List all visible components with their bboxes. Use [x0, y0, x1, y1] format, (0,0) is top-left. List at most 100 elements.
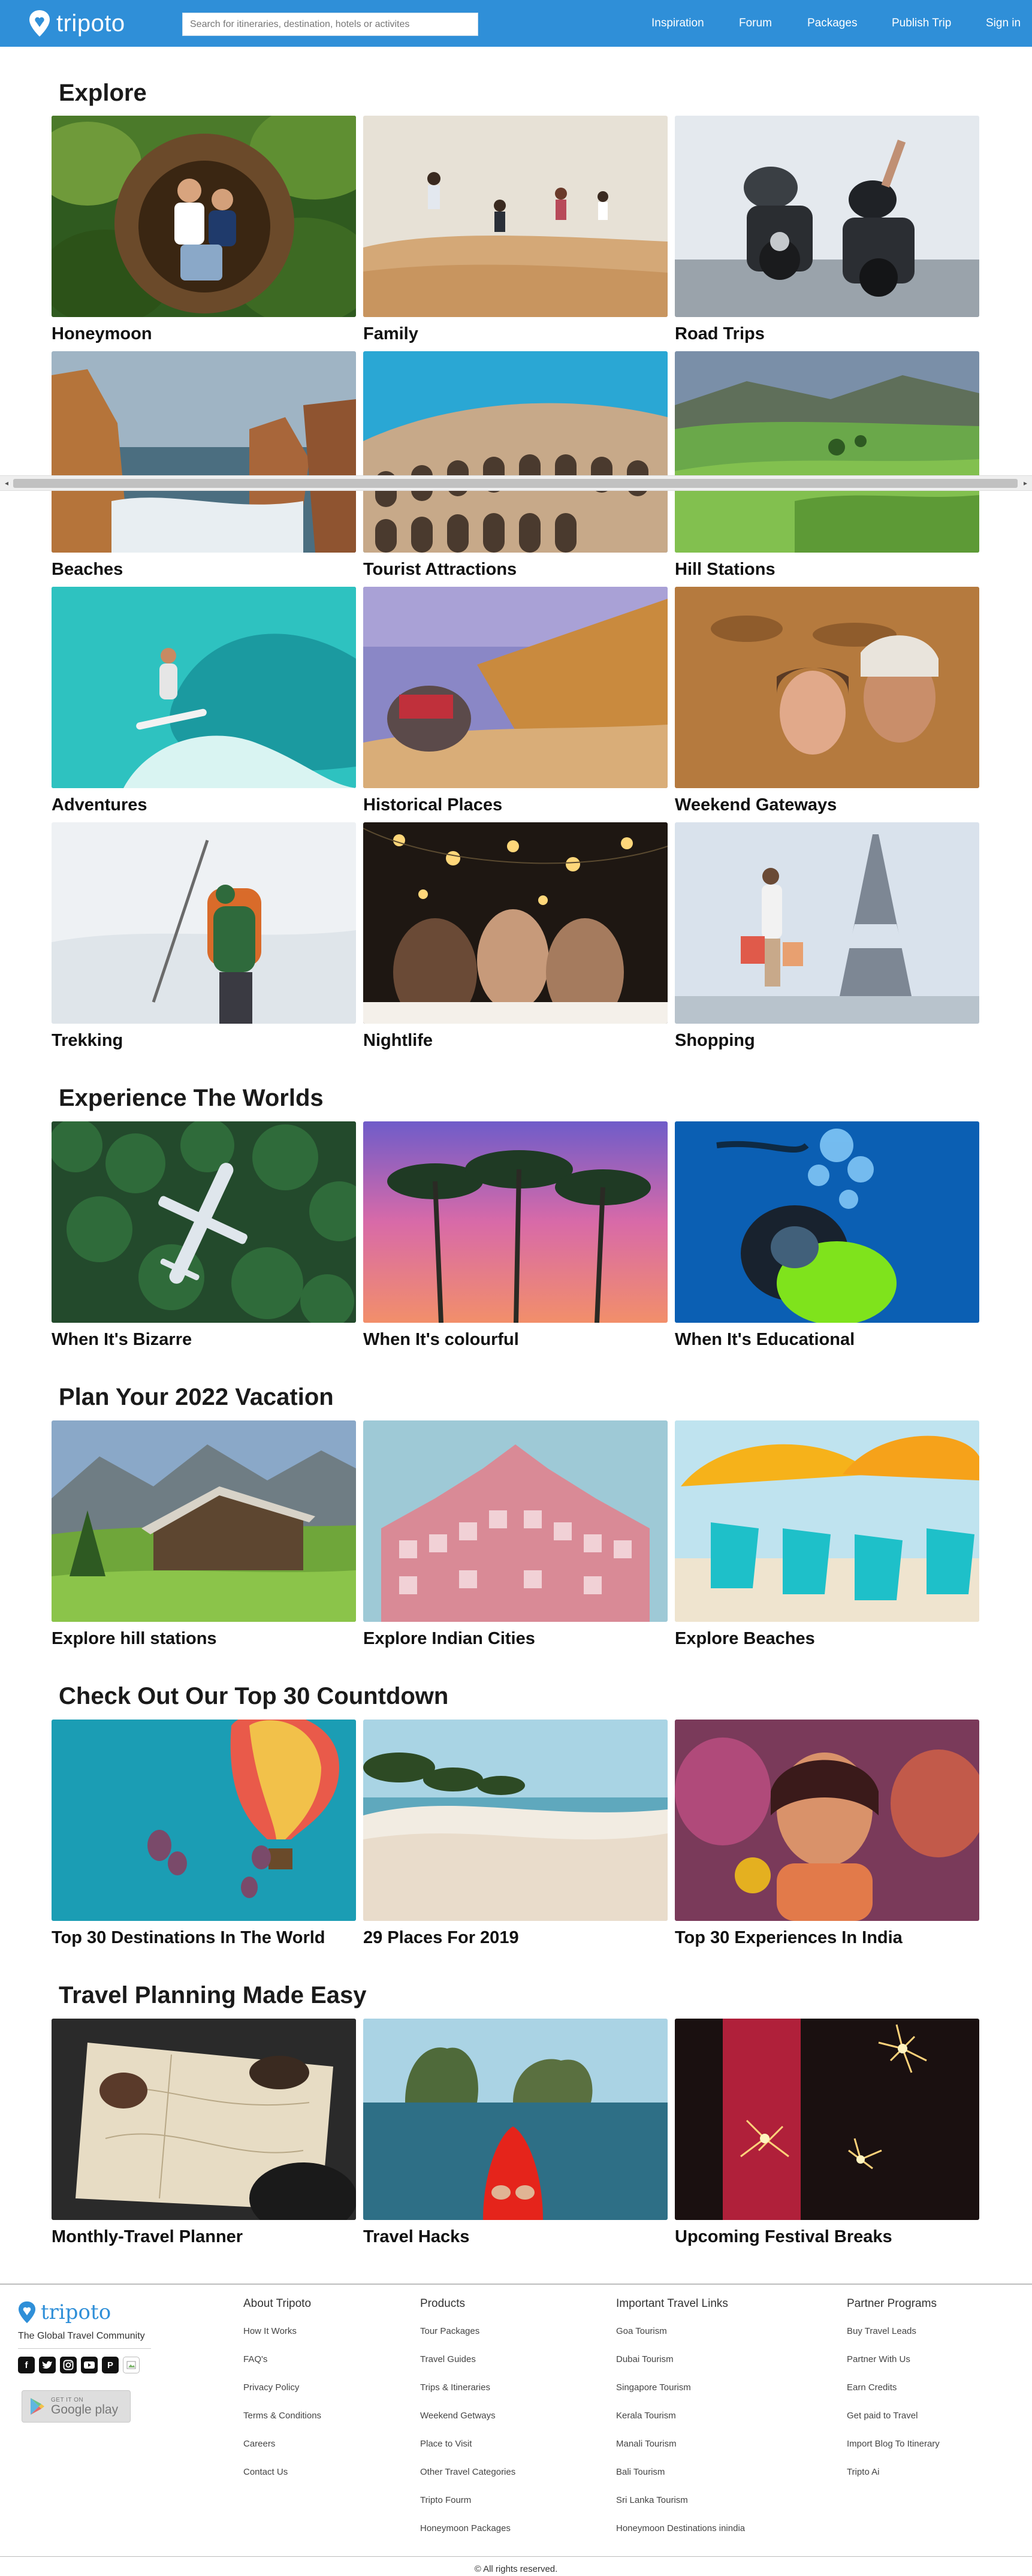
twitter-icon[interactable]	[39, 2357, 56, 2373]
footer-link-buy-leads[interactable]: Buy Travel Leads	[847, 2326, 940, 2354]
footer-link-place-to-visit[interactable]: Place to Visit	[420, 2439, 515, 2467]
explore-card-weekend-gateways[interactable]: Weekend Gateways	[675, 587, 979, 815]
card-image	[675, 1720, 979, 1921]
google-play-badge[interactable]: GET IT ON Google play	[22, 2390, 131, 2423]
horizontal-scrollbar[interactable]: ◂ ▸	[0, 475, 1032, 491]
scrollbar-thumb[interactable]	[13, 479, 1018, 488]
footer-link-partner-with-us[interactable]: Partner With Us	[847, 2354, 940, 2382]
experience-card-educational[interactable]: When It's Educational	[675, 1121, 979, 1350]
card-image	[52, 351, 356, 553]
card-image	[675, 1121, 979, 1323]
footer-link-import-blog[interactable]: Import Blog To Itinerary	[847, 2439, 940, 2467]
explore-card-historical-places[interactable]: Historical Places	[363, 587, 668, 815]
search-input[interactable]	[182, 13, 478, 36]
explore-card-family[interactable]: Family	[363, 116, 668, 344]
countdown-card-experiences-india[interactable]: Top 30 Experiences In India	[675, 1720, 979, 1948]
planning-card-festival-breaks[interactable]: Upcoming Festival Breaks	[675, 2019, 979, 2247]
card-image	[363, 1121, 668, 1323]
experience-card-colourful[interactable]: When It's colourful	[363, 1121, 668, 1350]
footer-link-bali[interactable]: Bali Tourism	[616, 2467, 745, 2495]
explore-card-beaches[interactable]: Beaches	[52, 351, 356, 580]
youtube-icon[interactable]	[81, 2357, 98, 2373]
card-image	[675, 1420, 979, 1622]
explore-card-tourist-attractions[interactable]: Tourist Attractions	[363, 351, 668, 580]
nav-publish-trip[interactable]: Publish Trip	[892, 0, 951, 47]
footer-link-privacy-policy[interactable]: Privacy Policy	[243, 2382, 321, 2411]
tagline-underline	[18, 2348, 151, 2349]
countdown-card-places-2019[interactable]: 29 Places For 2019	[363, 1720, 668, 1948]
planning-card-monthly-planner[interactable]: Monthly-Travel Planner	[52, 2019, 356, 2247]
footer-link-careers[interactable]: Careers	[243, 2439, 321, 2467]
footer-link-goa[interactable]: Goa Tourism	[616, 2326, 745, 2354]
footer-logo[interactable]: tripoto	[18, 2300, 111, 2324]
explore-card-nightlife[interactable]: Nightlife	[363, 822, 668, 1051]
nav-forum[interactable]: Forum	[739, 0, 772, 47]
nav-inspiration[interactable]: Inspiration	[651, 0, 704, 47]
footer-link-faqs[interactable]: FAQ's	[243, 2354, 321, 2382]
footer-link-honeymoon-india[interactable]: Honeymoon Destinations inindia	[616, 2523, 745, 2551]
broken-image-icon[interactable]	[123, 2357, 140, 2373]
explore-card-trekking[interactable]: Trekking	[52, 822, 356, 1051]
explore-title: Explore	[59, 80, 147, 106]
card-label: Tourist Attractions	[363, 560, 517, 579]
footer-bottom-divider	[0, 2556, 1032, 2557]
pinterest-icon[interactable]: P	[102, 2357, 119, 2373]
card-label: Historical Places	[363, 795, 503, 815]
footer-link-other-categories[interactable]: Other Travel Categories	[420, 2467, 515, 2495]
facebook-icon[interactable]: f	[18, 2357, 35, 2373]
social-links: f P	[18, 2357, 140, 2373]
footer-link-honeymoon-packages[interactable]: Honeymoon Packages	[420, 2523, 515, 2551]
footer-link-contact-us[interactable]: Contact Us	[243, 2467, 321, 2495]
card-image	[675, 822, 979, 1024]
footer-link-tripto-fourm[interactable]: Tripto Fourm	[420, 2495, 515, 2523]
google-play-line2: Google play	[51, 2402, 119, 2417]
footer-link-travel-guides[interactable]: Travel Guides	[420, 2354, 515, 2382]
experience-title: Experience The Worlds	[59, 1085, 324, 1111]
countdown-card-destinations[interactable]: Top 30 Destinations In The World	[52, 1720, 356, 1948]
nav-packages[interactable]: Packages	[807, 0, 857, 47]
footer-link-kerala[interactable]: Kerala Tourism	[616, 2411, 745, 2439]
footer-column-about: About Tripoto How It Works FAQ's Privacy…	[243, 2297, 321, 2495]
explore-card-shopping[interactable]: Shopping	[675, 822, 979, 1051]
footer-column-partner: Partner Programs Buy Travel Leads Partne…	[847, 2297, 940, 2495]
card-image	[363, 1720, 668, 1921]
footer-link-trips-itineraries[interactable]: Trips & Itineraries	[420, 2382, 515, 2411]
experience-card-bizarre[interactable]: When It's Bizarre	[52, 1121, 356, 1350]
footer-link-dubai[interactable]: Dubai Tourism	[616, 2354, 745, 2382]
plan-card-indian-cities[interactable]: Explore Indian Cities	[363, 1420, 668, 1649]
footer-link-tripto-ai[interactable]: Tripto Ai	[847, 2467, 940, 2495]
card-label: Nightlife	[363, 1031, 433, 1050]
footer-link-get-paid[interactable]: Get paid to Travel	[847, 2411, 940, 2439]
footer-link-weekend-getways[interactable]: Weekend Getways	[420, 2411, 515, 2439]
plan-title: Plan Your 2022 Vacation	[59, 1384, 334, 1410]
tripoto-logo[interactable]: tripoto	[29, 8, 125, 38]
plan-card-hill-stations[interactable]: Explore hill stations	[52, 1420, 356, 1649]
planning-title: Travel Planning Made Easy	[59, 1982, 367, 2008]
card-image	[363, 822, 668, 1024]
explore-card-adventures[interactable]: Adventures	[52, 587, 356, 815]
footer-link-how-it-works[interactable]: How It Works	[243, 2326, 321, 2354]
card-label: Top 30 Destinations In The World	[52, 1928, 325, 1947]
footer-link-earn-credits[interactable]: Earn Credits	[847, 2382, 940, 2411]
footer-link-singapore[interactable]: Singapore Tourism	[616, 2382, 745, 2411]
footer-link-terms[interactable]: Terms & Conditions	[243, 2411, 321, 2439]
explore-card-honeymoon[interactable]: Honeymoon	[52, 116, 356, 344]
scroll-right-icon[interactable]: ▸	[1021, 478, 1030, 488]
card-label: Road Trips	[675, 324, 765, 343]
planning-card-travel-hacks[interactable]: Travel Hacks	[363, 2019, 668, 2247]
footer-link-sri-lanka[interactable]: Sri Lanka Tourism	[616, 2495, 745, 2523]
footer-column-travel-links: Important Travel Links Goa Tourism Dubai…	[616, 2297, 745, 2551]
card-image	[52, 1720, 356, 1921]
explore-card-hill-stations[interactable]: Hill Stations	[675, 351, 979, 580]
explore-card-road-trips[interactable]: Road Trips	[675, 116, 979, 344]
card-label: Hill Stations	[675, 560, 775, 579]
nav-sign-in[interactable]: Sign in	[986, 0, 1021, 47]
footer-link-manali[interactable]: Manali Tourism	[616, 2439, 745, 2467]
plan-card-beaches[interactable]: Explore Beaches	[675, 1420, 979, 1649]
card-image	[363, 116, 668, 317]
footer-link-tour-packages[interactable]: Tour Packages	[420, 2326, 515, 2354]
card-label: Weekend Gateways	[675, 795, 837, 815]
scroll-left-icon[interactable]: ◂	[2, 478, 11, 488]
instagram-icon[interactable]	[60, 2357, 77, 2373]
card-label: Adventures	[52, 795, 147, 815]
